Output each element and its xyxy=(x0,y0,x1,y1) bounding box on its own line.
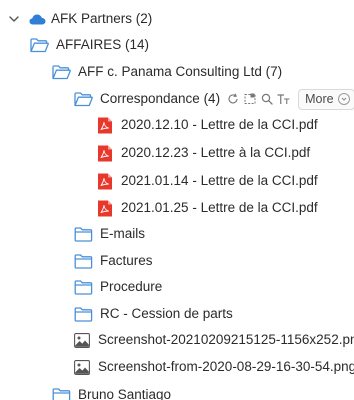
folder-icon xyxy=(74,279,93,295)
folder-label: AFF c. Panama Consulting Ltd (7) xyxy=(78,64,283,80)
tree-folder-affaires[interactable]: AFFAIRES (14) xyxy=(30,33,149,57)
folder-icon xyxy=(74,253,93,269)
refresh-icon[interactable] xyxy=(226,93,239,106)
pdf-icon xyxy=(97,173,113,190)
folder-label: E-mails xyxy=(100,226,146,242)
tree-folder-factures[interactable]: Factures xyxy=(74,249,153,273)
chevron-down-icon[interactable] xyxy=(8,13,20,25)
tree-folder-procedure[interactable]: Procedure xyxy=(74,275,162,299)
folder-icon xyxy=(74,226,93,242)
tree-folder-bruno-santiago[interactable]: Bruno Santiago xyxy=(52,383,171,400)
folder-label: RC - Cession de parts xyxy=(100,306,233,322)
chevron-down-icon xyxy=(337,93,350,105)
file-label: 2021.01.25 - Lettre de la CCI.pdf xyxy=(121,200,318,216)
folder-label: AFFAIRES (14) xyxy=(56,37,150,53)
text-format-icon[interactable] xyxy=(277,93,290,106)
folder-toolbar: More xyxy=(226,88,354,110)
folder-open-icon xyxy=(52,64,71,80)
folder-label: Factures xyxy=(100,253,153,269)
tree-folder-e-mails[interactable]: E-mails xyxy=(74,222,145,246)
more-label: More xyxy=(305,92,334,106)
folder-label: Correspondance (4) xyxy=(100,91,221,107)
folder-label: Procedure xyxy=(100,279,163,295)
folder-open-icon xyxy=(74,91,93,107)
tree-file-pdf[interactable]: 2020.12.23 - Lettre à la CCI.pdf xyxy=(97,141,310,165)
folder-icon xyxy=(52,387,71,400)
tree-root-afk-partners[interactable]: AFK Partners (2) xyxy=(8,7,152,31)
file-label: 2020.12.10 - Lettre de la CCI.pdf xyxy=(121,117,318,133)
tree-folder-case[interactable]: AFF c. Panama Consulting Ltd (7) xyxy=(52,60,282,84)
tree-file-image[interactable]: Screenshot-20210209215125-1156x252.png xyxy=(74,328,354,352)
file-label: Screenshot-20210209215125-1156x252.png xyxy=(98,332,354,348)
image-file-icon xyxy=(74,332,90,348)
folder-label: Bruno Santiago xyxy=(78,387,172,400)
tree-folder-correspondance[interactable]: Correspondance (4) More xyxy=(74,87,354,111)
tree-file-image[interactable]: Screenshot-from-2020-08-29-16-30-54.png xyxy=(74,355,354,379)
pdf-icon xyxy=(97,145,113,162)
more-button[interactable]: More xyxy=(298,88,354,110)
image-file-icon xyxy=(74,359,90,375)
file-label: 2021.01.14 - Lettre de la CCI.pdf xyxy=(121,173,318,189)
file-label: 2020.12.23 - Lettre à la CCI.pdf xyxy=(121,145,311,161)
file-label: Screenshot-from-2020-08-29-16-30-54.png xyxy=(98,359,354,375)
tree-file-pdf[interactable]: 2021.01.25 - Lettre de la CCI.pdf xyxy=(97,196,318,220)
tree-root-label: AFK Partners (2) xyxy=(51,11,153,27)
cloud-icon xyxy=(29,14,46,25)
pdf-icon xyxy=(97,117,113,134)
select-all-icon[interactable] xyxy=(243,93,256,106)
folder-icon xyxy=(74,306,93,322)
folder-open-icon xyxy=(30,37,49,53)
search-icon[interactable] xyxy=(260,93,273,106)
pdf-icon xyxy=(97,200,113,217)
file-tree: AFK Partners (2) AFFAIRES (14) AFF c. Pa… xyxy=(0,0,354,400)
tree-folder-rc-cession[interactable]: RC - Cession de parts xyxy=(74,302,233,326)
tree-file-pdf[interactable]: 2020.12.10 - Lettre de la CCI.pdf xyxy=(97,113,318,137)
tree-file-pdf[interactable]: 2021.01.14 - Lettre de la CCI.pdf xyxy=(97,169,318,193)
